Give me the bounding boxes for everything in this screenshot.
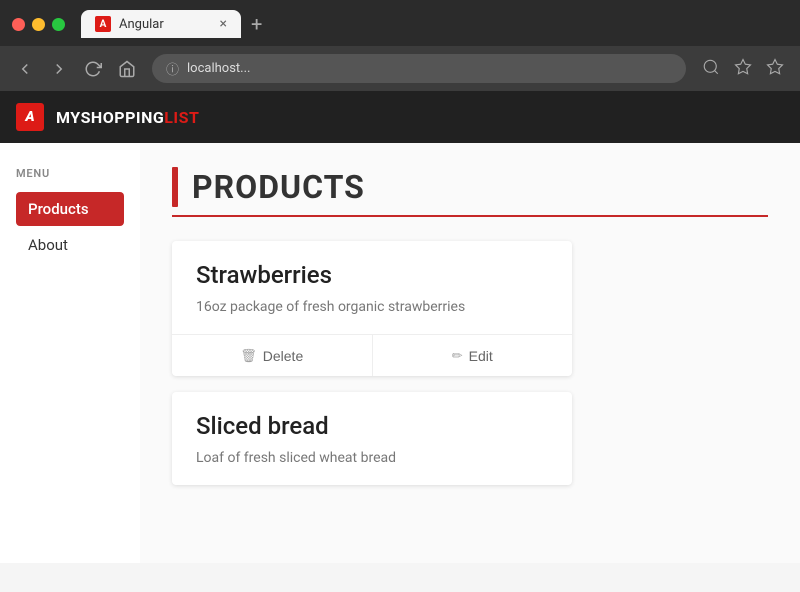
browser-action-buttons xyxy=(702,58,784,80)
delete-label: Delete xyxy=(263,348,303,364)
app-brand-title: MYSHOPPINGLIST xyxy=(56,108,199,127)
active-tab[interactable]: A Angular × xyxy=(81,10,241,38)
close-window-button[interactable] xyxy=(12,18,25,31)
back-button[interactable] xyxy=(16,60,34,78)
app-navbar: A MYSHOPPINGLIST xyxy=(0,91,800,143)
home-button[interactable] xyxy=(118,60,136,78)
brand-list: LIST xyxy=(164,108,199,127)
minimize-window-button[interactable] xyxy=(32,18,45,31)
tab-bar: A Angular × + xyxy=(81,10,268,38)
content-area: PRODUCTS Strawberries 16oz package of fr… xyxy=(140,143,800,563)
angular-logo: A xyxy=(16,103,44,131)
page-header: PRODUCTS xyxy=(172,167,768,217)
close-tab-button[interactable]: × xyxy=(220,17,227,31)
tab-title: Angular xyxy=(119,17,164,32)
product-card: Strawberries 16oz package of fresh organ… xyxy=(172,241,572,376)
address-bar: ⓘ localhost... xyxy=(0,46,800,91)
sidebar-menu-label: MENU xyxy=(16,167,124,180)
maximize-window-button[interactable] xyxy=(52,18,65,31)
product-name: Strawberries xyxy=(196,261,548,289)
main-layout: MENU Products About PRODUCTS Strawberrie… xyxy=(0,143,800,563)
product-description: 16oz package of fresh organic strawberri… xyxy=(196,297,548,318)
brand-shopping: SHOPPING xyxy=(81,108,165,127)
url-field[interactable]: ⓘ localhost... xyxy=(152,54,686,83)
product-card-body: Sliced bread Loaf of fresh sliced wheat … xyxy=(172,392,572,485)
forward-button[interactable] xyxy=(50,60,68,78)
window-controls xyxy=(12,18,65,31)
sidebar-item-products[interactable]: Products xyxy=(16,192,124,226)
browser-window: A Angular × + ⓘ localhost... xyxy=(0,0,800,563)
bookmark-icon[interactable] xyxy=(734,58,752,80)
tab-favicon: A xyxy=(95,16,111,32)
edit-product-button[interactable]: Edit xyxy=(372,335,573,376)
product-card-body: Strawberries 16oz package of fresh organ… xyxy=(172,241,572,334)
new-tab-button[interactable]: + xyxy=(245,12,268,36)
product-card-actions: Delete Edit xyxy=(172,334,572,376)
product-card: Sliced bread Loaf of fresh sliced wheat … xyxy=(172,392,572,485)
product-name: Sliced bread xyxy=(196,412,548,440)
sidebar-item-about[interactable]: About xyxy=(16,228,124,262)
reload-button[interactable] xyxy=(84,60,102,78)
edit-label: Edit xyxy=(469,348,493,364)
page-title: PRODUCTS xyxy=(192,168,365,206)
info-icon: ⓘ xyxy=(166,59,179,78)
bookmarks-icon[interactable] xyxy=(766,58,784,80)
delete-icon xyxy=(240,347,257,364)
brand-my: MY xyxy=(56,108,81,127)
product-description: Loaf of fresh sliced wheat bread xyxy=(196,448,548,469)
search-icon[interactable] xyxy=(702,58,720,80)
edit-icon xyxy=(452,347,463,364)
page-header-accent xyxy=(172,167,178,207)
url-text: localhost... xyxy=(187,61,250,76)
delete-product-button[interactable]: Delete xyxy=(172,335,372,376)
sidebar: MENU Products About xyxy=(0,143,140,563)
title-bar: A Angular × + xyxy=(0,0,800,46)
